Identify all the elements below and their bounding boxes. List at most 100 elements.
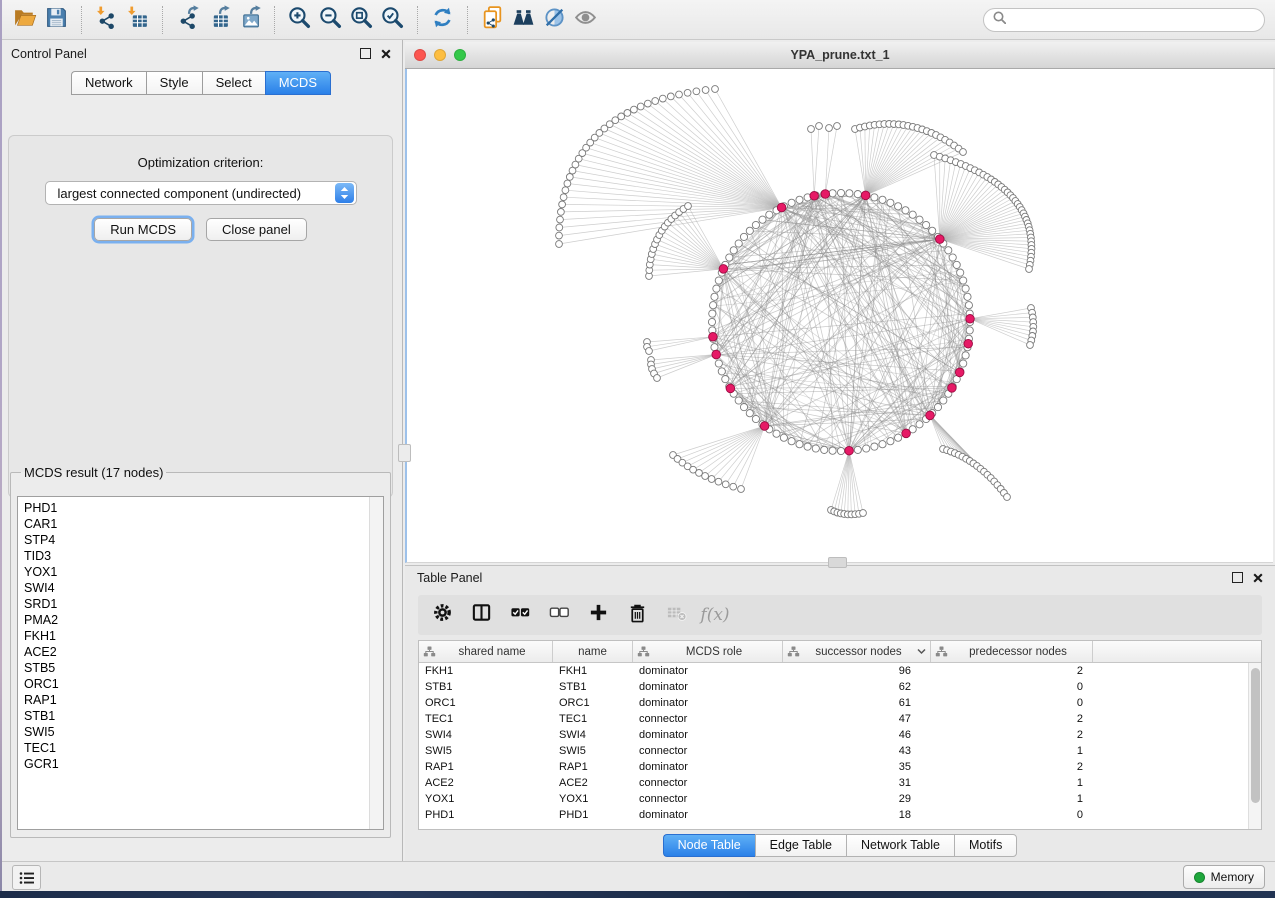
network-node[interactable] (562, 187, 569, 194)
network-node[interactable] (812, 445, 819, 452)
mcds-node[interactable] (948, 384, 957, 393)
network-node[interactable] (713, 285, 720, 292)
network-node[interactable] (826, 125, 833, 132)
network-node[interactable] (566, 174, 573, 181)
network-node[interactable] (909, 211, 916, 218)
tab-edge-table[interactable]: Edge Table (755, 834, 846, 857)
network-node[interactable] (559, 201, 566, 208)
network-node[interactable] (854, 191, 861, 198)
network-node[interactable] (652, 98, 659, 105)
mcds-node-item[interactable]: ORC1 (24, 676, 383, 692)
network-node[interactable] (740, 233, 747, 240)
network-node[interactable] (829, 447, 836, 454)
network-node[interactable] (957, 269, 964, 276)
network-node[interactable] (746, 227, 753, 234)
network-node[interactable] (788, 438, 795, 445)
network-node[interactable] (1027, 342, 1034, 349)
network-node[interactable] (709, 310, 716, 317)
vertical-splitter-handle[interactable] (398, 444, 411, 462)
hide-selected-button[interactable] (539, 4, 570, 35)
network-node[interactable] (804, 443, 811, 450)
network-node[interactable] (1026, 266, 1033, 273)
zoom-in-button[interactable] (284, 4, 315, 35)
network-node[interactable] (860, 510, 867, 517)
network-node[interactable] (738, 486, 745, 493)
mcds-node-item[interactable]: TID3 (24, 548, 383, 564)
export-network-button[interactable] (172, 4, 203, 35)
column-header-name[interactable]: name (553, 641, 633, 662)
network-canvas[interactable] (405, 69, 1273, 563)
mcds-node-item[interactable]: STB1 (24, 708, 383, 724)
search-input[interactable] (1012, 12, 1255, 28)
network-node[interactable] (746, 410, 753, 417)
mcds-node[interactable] (861, 191, 870, 200)
mcds-node-item[interactable]: GCR1 (24, 756, 383, 772)
optimization-criterion-select[interactable]: largest connected component (undirected) (45, 181, 357, 205)
network-node[interactable] (752, 415, 759, 422)
zoom-fit-button[interactable] (346, 4, 377, 35)
network-node[interactable] (715, 360, 722, 367)
mcds-node-item[interactable]: SRD1 (24, 596, 383, 612)
mcds-node-item[interactable]: SWI5 (24, 724, 383, 740)
network-node[interactable] (966, 327, 973, 334)
open-file-button[interactable] (10, 4, 41, 35)
network-node[interactable] (962, 285, 969, 292)
network-node[interactable] (556, 232, 563, 239)
mcds-node[interactable] (902, 429, 911, 438)
network-node[interactable] (879, 441, 886, 448)
table-row[interactable]: YOX1YOX1connector291 (419, 791, 1261, 807)
network-node[interactable] (949, 254, 956, 261)
scrollbar-thumb[interactable] (1251, 668, 1260, 803)
network-node[interactable] (945, 247, 952, 254)
check-all-button[interactable] (509, 604, 531, 626)
mcds-node[interactable] (964, 339, 973, 348)
mcds-node-item[interactable]: SWI4 (24, 580, 383, 596)
network-node[interactable] (837, 189, 844, 196)
tab-mcds[interactable]: MCDS (265, 71, 331, 95)
table-row[interactable]: PHD1PHD1dominator180 (419, 807, 1261, 823)
network-node[interactable] (740, 404, 747, 411)
table-row[interactable]: ACE2ACE2connector311 (419, 775, 1261, 791)
network-node[interactable] (676, 91, 683, 98)
network-node[interactable] (646, 348, 653, 355)
columns-button[interactable] (470, 604, 492, 626)
table-scrollbar[interactable] (1248, 663, 1261, 829)
network-node[interactable] (711, 344, 718, 351)
tab-motifs[interactable]: Motifs (954, 834, 1017, 857)
table-row[interactable]: FKH1FKH1dominator962 (419, 663, 1261, 679)
network-node[interactable] (752, 221, 759, 228)
network-node[interactable] (730, 247, 737, 254)
network-node[interactable] (702, 473, 709, 480)
tab-node-table[interactable]: Node Table (663, 834, 755, 857)
network-node[interactable] (821, 446, 828, 453)
network-node[interactable] (618, 113, 625, 120)
network-node[interactable] (829, 190, 836, 197)
network-node[interactable] (560, 194, 567, 201)
network-node[interactable] (923, 221, 930, 228)
network-node[interactable] (685, 203, 692, 210)
tab-select[interactable]: Select (202, 71, 265, 95)
network-node[interactable] (708, 318, 715, 325)
network-node[interactable] (953, 261, 960, 268)
import-table-button[interactable] (122, 4, 153, 35)
uncheck-all-button[interactable] (548, 604, 570, 626)
mcds-node-item[interactable]: RAP1 (24, 692, 383, 708)
column-header-predecessor-nodes[interactable]: predecessor nodes (931, 641, 1093, 662)
mcds-node[interactable] (726, 384, 735, 393)
new-network-from-selection-button[interactable] (477, 4, 508, 35)
network-node[interactable] (722, 481, 729, 488)
network-node[interactable] (712, 86, 719, 93)
network-node[interactable] (964, 293, 971, 300)
network-node[interactable] (735, 240, 742, 247)
network-node[interactable] (788, 199, 795, 206)
mcds-node[interactable] (955, 368, 964, 377)
float-panel-icon[interactable] (360, 48, 371, 59)
float-table-panel-icon[interactable] (1232, 572, 1243, 583)
network-node[interactable] (934, 404, 941, 411)
network-node[interactable] (808, 126, 815, 133)
network-node[interactable] (940, 397, 947, 404)
mcds-node-item[interactable]: PHD1 (24, 500, 383, 516)
import-network-button[interactable] (91, 4, 122, 35)
tab-network[interactable]: Network (71, 71, 146, 95)
column-header-successor-nodes[interactable]: successor nodes (783, 641, 931, 662)
